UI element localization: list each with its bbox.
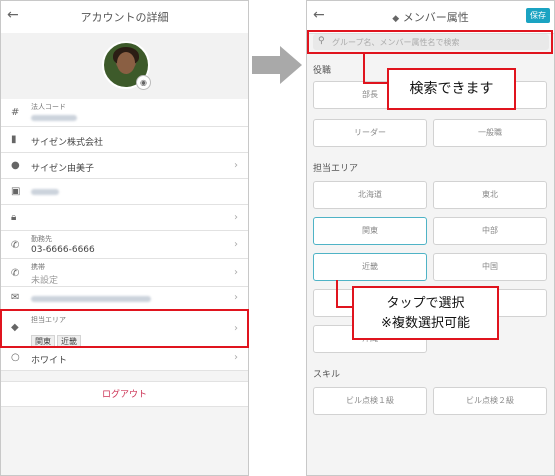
attr-button-area-selected[interactable]: 近畿 bbox=[313, 253, 427, 281]
chevron-right-icon: › bbox=[234, 239, 238, 250]
profile-area: ◉ bbox=[1, 33, 248, 99]
attr-button-role[interactable]: 一般職 bbox=[433, 119, 547, 147]
attr-button-area[interactable]: 東北 bbox=[433, 181, 547, 209]
row-workplace[interactable]: ✆ 勤務先 03-6666-6666 › bbox=[1, 231, 248, 259]
callout-tap-line1: タップで選択 bbox=[386, 296, 465, 311]
logout-button[interactable]: ログアウト bbox=[1, 381, 248, 407]
row-person[interactable]: ● サイゼン由美子 › bbox=[1, 153, 248, 179]
row-company: ▮ サイゼン株式会社 bbox=[1, 127, 248, 153]
section-title-area: 担当エリア bbox=[313, 164, 359, 174]
row-lock[interactable]: 🔒︎ › bbox=[1, 205, 248, 231]
lock-icon: 🔒︎ bbox=[11, 212, 17, 223]
id-card-icon: ▣ bbox=[11, 186, 21, 197]
workplace-phone: 03-6666-6666 bbox=[31, 245, 95, 255]
company-name: サイゼン株式会社 bbox=[31, 138, 104, 148]
attr-button-area-selected[interactable]: 関東 bbox=[313, 217, 427, 245]
phone-icon: ✆ bbox=[11, 268, 20, 279]
corp-code-label: 法人コード bbox=[31, 103, 66, 111]
tag-icon: ◆ bbox=[392, 14, 400, 24]
building-icon: ▮ bbox=[11, 134, 17, 145]
save-button[interactable]: 保存 bbox=[526, 8, 550, 23]
attr-button-skill[interactable]: ビル点検１級 bbox=[313, 387, 427, 415]
attr-button-area[interactable]: 中国 bbox=[433, 253, 547, 281]
left-topbar: ← アカウントの詳細 bbox=[1, 1, 248, 34]
row-id: ▣ bbox=[1, 179, 248, 205]
chevron-right-icon: › bbox=[234, 292, 238, 303]
camera-icon[interactable]: ◉ bbox=[136, 75, 151, 90]
attr-button-skill[interactable]: ビル点検２級 bbox=[433, 387, 547, 415]
account-detail-screen: ← アカウントの詳細 ◉ # 法人コード ▮ サイゼン株式会社 ● サイゼン由美… bbox=[0, 0, 249, 476]
id-value-blurred bbox=[31, 189, 59, 195]
row-email[interactable]: ✉ › bbox=[1, 287, 248, 311]
attr-button-area[interactable]: 北海道 bbox=[313, 181, 427, 209]
hash-icon: # bbox=[11, 107, 20, 118]
section-title-role: 役職 bbox=[313, 66, 332, 76]
white-label: ホワイト bbox=[31, 356, 68, 366]
page-title: アカウントの詳細 bbox=[80, 11, 169, 24]
row-mobile[interactable]: ✆ 携帯 未設定 › bbox=[1, 259, 248, 287]
callout-search: 検索できます bbox=[387, 68, 516, 110]
circle-icon: ○ bbox=[11, 352, 20, 363]
leader-line-search bbox=[363, 54, 365, 84]
chevron-right-icon: › bbox=[234, 160, 238, 171]
attr-button-area[interactable]: 中部 bbox=[433, 217, 547, 245]
attr-button-role[interactable]: リーダー bbox=[313, 119, 427, 147]
corp-code-value-blurred bbox=[31, 115, 77, 121]
person-icon: ● bbox=[11, 160, 20, 171]
leader-line-search bbox=[363, 82, 387, 84]
callout-tap-select: タップで選択 ※複数選択可能 bbox=[352, 286, 499, 340]
mobile-value: 未設定 bbox=[31, 276, 59, 286]
chevron-right-icon: › bbox=[234, 212, 238, 223]
highlight-area-row bbox=[0, 309, 249, 348]
person-name: サイゼン由美子 bbox=[31, 164, 95, 174]
leader-line-tap bbox=[336, 306, 352, 308]
page-title-text: メンバー属性 bbox=[402, 11, 469, 24]
row-corp-code: # 法人コード bbox=[1, 99, 248, 127]
right-arrow-icon bbox=[252, 46, 302, 84]
row-white[interactable]: ○ ホワイト › bbox=[1, 347, 248, 371]
workplace-label: 勤務先 bbox=[31, 235, 52, 243]
page-title: ◆ メンバー属性 bbox=[307, 9, 554, 25]
highlight-search bbox=[307, 30, 553, 54]
email-value-blurred bbox=[31, 296, 151, 302]
mail-icon: ✉ bbox=[11, 292, 20, 303]
chevron-right-icon: › bbox=[234, 267, 238, 278]
chevron-right-icon: › bbox=[234, 352, 238, 363]
section-title-skill: スキル bbox=[313, 370, 341, 380]
callout-tap-line2: ※複数選択可能 bbox=[381, 316, 470, 331]
avatar-face bbox=[117, 52, 135, 74]
mobile-label: 携帯 bbox=[31, 263, 45, 271]
phone-icon: ✆ bbox=[11, 240, 20, 251]
leader-line-tap bbox=[336, 280, 338, 308]
